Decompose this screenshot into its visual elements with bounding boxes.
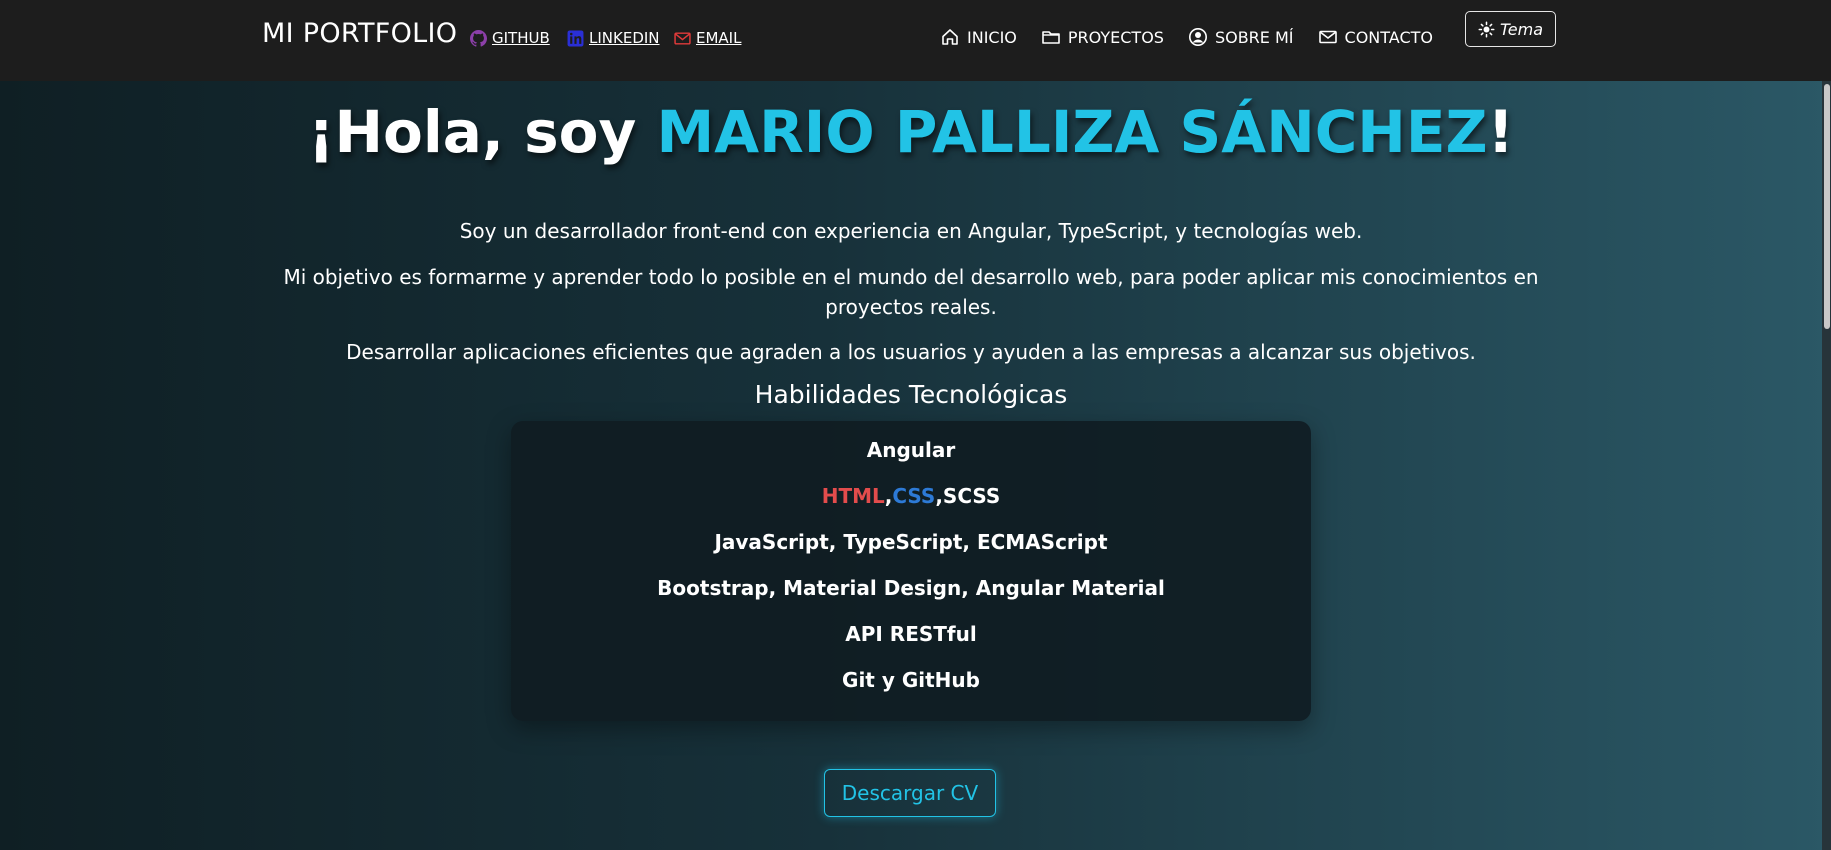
scrollbar-thumb[interactable]: [1824, 84, 1830, 329]
goal-paragraph: Mi objetivo es formarme y aprender todo …: [283, 265, 1539, 319]
envelope-icon: [1318, 30, 1337, 44]
linkedin-link[interactable]: LINKEDIN: [567, 27, 660, 49]
github-link[interactable]: GITHUB: [470, 27, 550, 49]
download-cv-button[interactable]: Descargar CV: [824, 769, 996, 817]
email-link[interactable]: EMAIL: [674, 27, 741, 49]
sun-icon: [1478, 21, 1495, 37]
nav-inicio-label: INICIO: [967, 27, 1017, 47]
skills-card: Angular HTML,CSS,SCSS JavaScript, TypeSc…: [511, 421, 1311, 721]
home-icon: [942, 29, 958, 45]
skill-item: Git y GitHub: [842, 668, 980, 692]
hero-exclaim: !: [1487, 98, 1514, 166]
intro-paragraph: Soy un desarrollador front-end con exper…: [459, 219, 1363, 243]
nav-sobre-mi[interactable]: SOBRE MÍ: [1188, 27, 1294, 47]
nav-menu: INICIO PROYECTOS SOBRE MÍ CONTACTO: [940, 27, 1433, 47]
hero-title: ¡Hola, soy MARIO PALLIZA SÁNCHEZ!: [0, 98, 1822, 166]
nav-contacto-label: CONTACTO: [1344, 27, 1433, 47]
theme-label: Tema: [1499, 19, 1544, 39]
brand-title[interactable]: MI PORTFOLIO: [262, 18, 457, 49]
skills-title: Habilidades Tecnológicas: [754, 380, 1068, 409]
skill-scss: SCSS: [942, 484, 1001, 508]
github-icon: [470, 29, 487, 47]
hero-name: MARIO PALLIZA SÁNCHEZ: [656, 98, 1488, 166]
nav-inicio[interactable]: INICIO: [940, 27, 1017, 47]
user-circle-icon: [1188, 28, 1207, 46]
navbar: MI PORTFOLIO GITHUB LINKEDIN EMAIL INICI…: [0, 0, 1831, 81]
nav-sobre-mi-label: SOBRE MÍ: [1214, 27, 1294, 47]
skill-item: Angular: [866, 438, 956, 462]
skill-item: Bootstrap, Material Design, Angular Mate…: [657, 576, 1165, 600]
linkedin-label: LINKEDIN: [589, 29, 660, 47]
nav-proyectos[interactable]: PROYECTOS: [1041, 27, 1164, 47]
nav-contacto[interactable]: CONTACTO: [1318, 27, 1433, 47]
mission-paragraph: Desarrollar aplicaciones eficientes que …: [346, 340, 1476, 364]
email-label: EMAIL: [696, 29, 742, 47]
folder-icon: [1042, 31, 1060, 44]
skill-item-web: HTML,CSS,SCSS: [511, 484, 1311, 508]
nav-proyectos-label: PROYECTOS: [1067, 27, 1164, 47]
skill-css: CSS: [892, 484, 936, 508]
linkedin-icon: [567, 30, 584, 46]
skill-item: API RESTful: [845, 622, 977, 646]
github-label: GITHUB: [492, 29, 550, 47]
skill-item: JavaScript, TypeScript, ECMAScript: [714, 530, 1108, 554]
skill-html: HTML: [821, 484, 885, 508]
mail-icon: [674, 31, 691, 45]
theme-toggle-button[interactable]: Tema: [1465, 11, 1556, 47]
skill-sep: ,: [935, 484, 943, 508]
hero-greeting: ¡Hola, soy: [308, 98, 657, 166]
